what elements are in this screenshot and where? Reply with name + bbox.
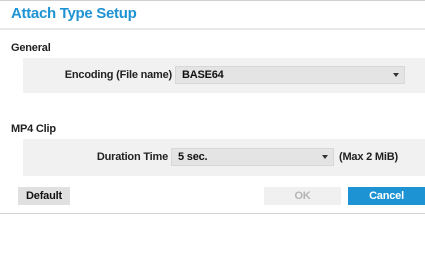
- chevron-down-icon: [322, 155, 328, 159]
- duration-label: Duration Time: [96, 151, 168, 163]
- ok-button[interactable]: OK: [264, 187, 341, 205]
- general-panel: Encoding (File name) BASE64: [23, 58, 425, 93]
- encoding-label: Encoding (File name): [64, 69, 172, 81]
- mp4-panel: Duration Time 5 sec. (Max 2 MiB): [23, 139, 425, 176]
- top-border: [0, 0, 425, 1]
- section-label-general: General: [11, 42, 51, 54]
- encoding-select-value: BASE64: [182, 69, 224, 81]
- cancel-button[interactable]: Cancel: [348, 187, 425, 205]
- encoding-select[interactable]: BASE64: [175, 66, 405, 84]
- chevron-down-icon: [393, 73, 399, 77]
- dialog-title: Attach Type Setup: [11, 5, 137, 22]
- title-divider: [0, 28, 425, 30]
- duration-note: (Max 2 MiB): [339, 151, 398, 163]
- section-label-mp4-clip: MP4 Clip: [11, 123, 56, 135]
- duration-select[interactable]: 5 sec.: [171, 148, 334, 166]
- default-button[interactable]: Default: [18, 187, 70, 205]
- footer-divider: [0, 213, 425, 214]
- duration-select-value: 5 sec.: [178, 151, 208, 163]
